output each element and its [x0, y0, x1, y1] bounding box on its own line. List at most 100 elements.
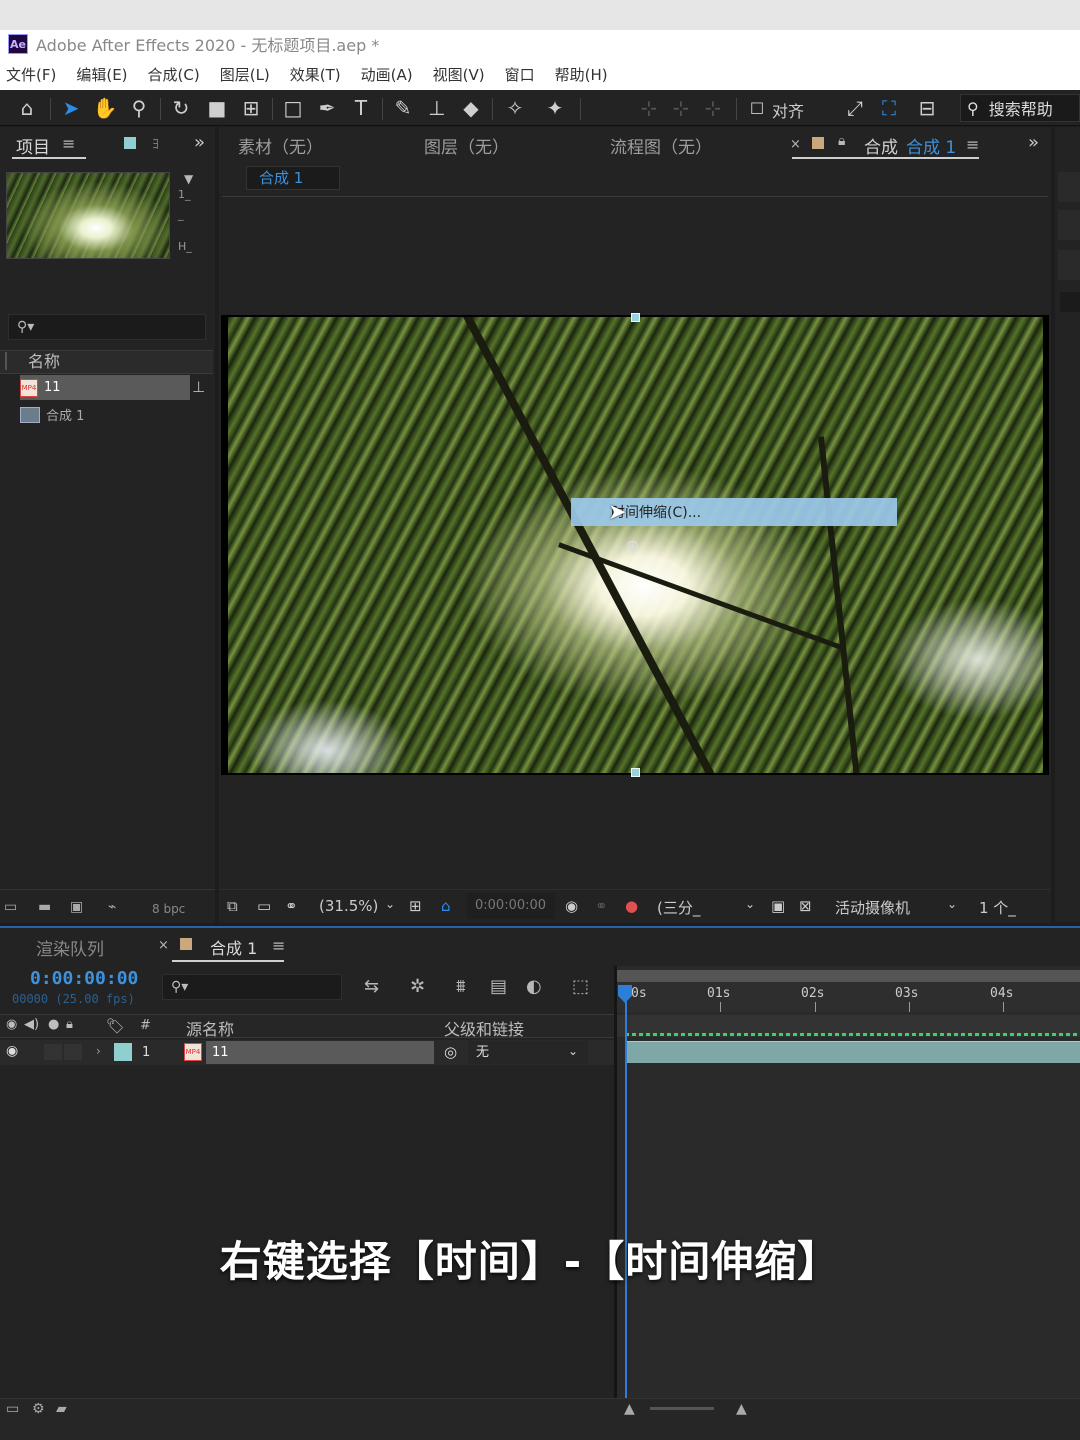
anchor-point-icon[interactable]: ⊕ [626, 536, 639, 555]
time-navigator[interactable] [617, 970, 1080, 982]
transparency-grid-icon[interactable]: ⊠ [799, 897, 812, 915]
clone-stamp-tool-icon[interactable]: ⊥ [424, 95, 450, 121]
tab-render-queue[interactable]: 渲染队列 [36, 935, 104, 960]
chevron-down-icon[interactable]: ⌄ [745, 897, 755, 911]
world-axis-icon[interactable]: ⊹ [668, 95, 694, 121]
project-tab[interactable]: 项目 [16, 133, 50, 158]
camera-tool-icon[interactable]: ■ [204, 95, 230, 121]
new-folder-icon[interactable]: ▬ [38, 899, 51, 915]
timeline-layer-row[interactable]: ◉ › 1 MP4 11 ◎ 无 ⌄ [0, 1040, 614, 1065]
panel-menu-icon[interactable]: ≡ [966, 135, 979, 154]
lock-icon[interactable]: 🔒︎ [838, 133, 845, 149]
menu-file[interactable]: 文件(F) [6, 64, 56, 85]
panel-menu-icon[interactable]: ≡ [272, 936, 285, 955]
rotate-tool-icon[interactable]: ↻ [168, 95, 194, 121]
right-panel-tab[interactable] [1058, 210, 1080, 240]
menu-animation[interactable]: 动画(A) [361, 64, 413, 85]
monitor-icon[interactable]: ▭ [257, 897, 271, 915]
project-search-input[interactable]: ⚲▾ [8, 314, 206, 340]
zoom-level[interactable]: (31.5%) [319, 897, 378, 915]
roto-brush-tool-icon[interactable]: ✧ [502, 95, 528, 121]
snapping-icon[interactable]: ⤢ [842, 95, 868, 121]
current-time-display[interactable]: 0:00:00:00 [467, 893, 555, 919]
text-tool-icon[interactable]: T [348, 95, 374, 121]
zoom-out-icon[interactable]: ▲ [624, 1401, 635, 1417]
home-icon[interactable]: ⌂ [14, 95, 40, 121]
snapshot-icon[interactable]: ◉ [565, 897, 578, 915]
draft-3d-icon[interactable]: ✲ [410, 976, 425, 997]
new-comp-icon[interactable]: ▣ [70, 899, 83, 915]
local-axis-icon[interactable]: ⊹ [636, 95, 662, 121]
align-checkbox-icon[interactable]: ☐ [744, 95, 770, 121]
snap-bounds-icon[interactable]: ⛶ [876, 95, 902, 121]
tab-composition-name[interactable]: 合成 1 [906, 133, 956, 158]
source-name-header[interactable]: 源名称 [186, 1016, 234, 1040]
transform-handle[interactable] [631, 768, 640, 777]
resolution-select[interactable]: (三分_ [657, 897, 700, 918]
zoom-tool-icon[interactable]: ⚲ [126, 95, 152, 121]
pan-behind-tool-icon[interactable]: ⊞ [238, 95, 264, 121]
flowchart-icon[interactable]: ⊥ [192, 378, 205, 396]
render-time-icon[interactable]: ▭ [6, 1401, 19, 1417]
layer-label-color[interactable] [114, 1043, 132, 1061]
chevron-down-icon[interactable]: ⌄ [947, 897, 957, 911]
menu-window[interactable]: 窗口 [505, 64, 535, 85]
switches-icon[interactable]: ⚙ [32, 1401, 45, 1417]
transform-handle[interactable] [631, 313, 640, 322]
chevron-down-icon[interactable]: ⌄ [385, 897, 395, 911]
menu-effect[interactable]: 效果(T) [290, 64, 341, 85]
visibility-eye-icon[interactable]: ◉ [6, 1043, 18, 1059]
thumb-dropdown-icon[interactable]: ▼ [184, 172, 193, 186]
frame-blending-icon[interactable]: ▤ [490, 976, 507, 997]
always-preview-icon[interactable]: ⧉ [227, 897, 238, 915]
project-item[interactable]: 合成 1 [20, 402, 190, 427]
workspace-icon[interactable]: ⊟ [914, 95, 940, 121]
pick-whip-icon[interactable]: ◎ [444, 1043, 457, 1061]
layer-source-name[interactable]: 11 [206, 1041, 434, 1064]
playhead-line[interactable] [625, 985, 627, 1398]
close-tab-icon[interactable]: × [158, 938, 169, 953]
chevron-right-icon[interactable]: › [96, 1044, 101, 1058]
tab-flowchart[interactable]: 流程图（无） [610, 133, 712, 158]
view-axis-icon[interactable]: ⊹ [700, 95, 726, 121]
effects-tab-icon[interactable] [124, 137, 136, 149]
composition-mini-flowchart-icon[interactable]: ⇆ [364, 976, 379, 997]
eye-icon[interactable]: ◉ [6, 1017, 17, 1032]
effects-tab-truncated-icon[interactable]: ﾖ [152, 134, 159, 154]
camera-select[interactable]: 活动摄像机 [835, 897, 910, 918]
panel-overflow-icon[interactable]: » [1028, 132, 1039, 153]
menu-view[interactable]: 视图(V) [433, 64, 485, 85]
modes-icon[interactable]: ▰ [56, 1401, 67, 1417]
zoom-in-icon[interactable]: ▲ [736, 1401, 747, 1417]
shy-layers-icon[interactable]: ⩩ [456, 976, 466, 997]
search-help-field[interactable]: ⚲ 搜索帮助 [960, 94, 1080, 122]
right-panel-tab[interactable] [1058, 172, 1080, 202]
rectangle-tool-icon[interactable]: □ [280, 95, 306, 121]
parent-link-header[interactable]: 父级和链接 [444, 1016, 524, 1040]
close-tab-icon[interactable]: × [790, 137, 801, 152]
project-item[interactable]: MP4 11 [20, 375, 190, 400]
interpret-footage-icon[interactable]: ▭ [4, 899, 17, 915]
audio-icon[interactable]: ◀) [24, 1017, 39, 1032]
solo-toggle[interactable] [44, 1044, 62, 1060]
chevron-down-icon[interactable]: ⌄ [568, 1044, 578, 1058]
timeline-search-input[interactable]: ⚲▾ [162, 974, 342, 1000]
view-layout-select[interactable]: 1 个_ [979, 897, 1016, 918]
panel-overflow-icon[interactable]: » [194, 132, 205, 153]
menu-layer[interactable]: 图层(L) [220, 64, 270, 85]
motion-blur-icon[interactable]: ◐ [526, 976, 542, 997]
lock-icon[interactable]: 🔒︎ [66, 1017, 73, 1032]
brush-tool-icon[interactable]: ✎ [390, 95, 416, 121]
tab-footage[interactable]: 素材（无） [238, 133, 323, 158]
lock-toggle[interactable] [64, 1044, 82, 1060]
mask-icon[interactable]: ⚭ [285, 897, 298, 915]
channel-icon[interactable]: ● [625, 897, 638, 915]
label-icon[interactable]: 🏷︎ [106, 1017, 125, 1035]
right-panel-tab[interactable] [1058, 250, 1080, 280]
puppet-pin-tool-icon[interactable]: ✦ [542, 95, 568, 121]
graph-editor-icon[interactable]: ⬚ [572, 976, 589, 997]
tab-timeline-comp[interactable]: 合成 1 [210, 935, 257, 959]
tab-composition-prefix[interactable]: 合成 [864, 133, 898, 158]
timeline-current-time[interactable]: 0:00:00:00 [30, 968, 138, 989]
bit-depth-label[interactable]: 8 bpc [152, 902, 185, 916]
